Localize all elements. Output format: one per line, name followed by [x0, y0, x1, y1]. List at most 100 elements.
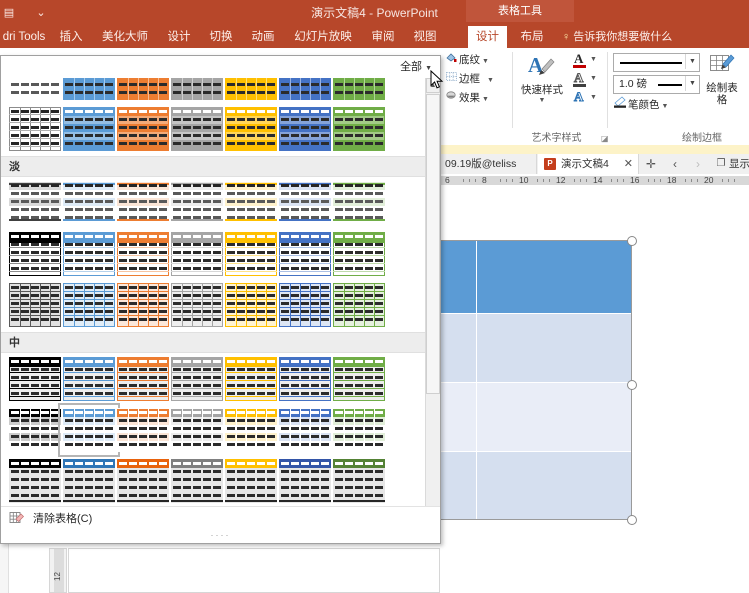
table-style-green-grid[interactable] — [333, 78, 385, 100]
slide-work-pane[interactable] — [68, 548, 440, 593]
table-style-medium-green-2[interactable] — [333, 408, 385, 452]
table-style-light-gold-1[interactable] — [225, 181, 277, 225]
table-style-gold-grid[interactable] — [225, 78, 277, 100]
resize-handle-top-right[interactable] — [627, 236, 637, 246]
table-styles-gallery[interactable]: 全部▼ 文档的最佳匹配对象淡中 ▲ ▼ 清除表格(C) ···· — [0, 55, 441, 544]
windows-restore-icon[interactable]: ❐ — [713, 154, 729, 174]
table-row[interactable] — [441, 452, 631, 519]
table-style-light-black-3[interactable] — [9, 283, 61, 327]
table-style-medium-blue-2[interactable] — [58, 403, 120, 457]
table-style-medium-black-3[interactable] — [9, 459, 61, 503]
table-style-blue-banded[interactable] — [63, 107, 115, 151]
table-cell[interactable] — [477, 383, 631, 451]
table-style-light-orange-2[interactable] — [117, 232, 169, 276]
table-style-light-gray2-1[interactable] — [171, 181, 223, 225]
pen-style-combo[interactable]: ▼ — [613, 53, 700, 72]
gallery-scroll-port[interactable]: 文档的最佳匹配对象淡中 — [1, 78, 425, 522]
table-style-light-blue-1[interactable] — [63, 181, 115, 225]
table-style-medium-orange-1[interactable] — [117, 357, 169, 401]
table-style-medium-darkblue-3[interactable] — [279, 459, 331, 503]
table-style-medium-black-1[interactable] — [9, 357, 61, 401]
shading-button[interactable]: 底纹 ▼ — [444, 52, 489, 69]
table-cell[interactable] — [441, 241, 477, 313]
table-style-medium-green-3[interactable] — [333, 459, 385, 503]
ribbon-tab-table-layout[interactable]: 布局 — [513, 26, 551, 48]
table-style-light-gray-2[interactable] — [171, 232, 223, 276]
table-style-light-green-1[interactable] — [333, 181, 385, 225]
doc-tab-presentation4[interactable]: P 演示文稿4 ✕ — [538, 154, 639, 174]
doc-tab-teliss[interactable]: 09.19版@teliss — [441, 154, 537, 174]
table-style-light-darkblue-2[interactable] — [279, 232, 331, 276]
borders-button[interactable]: 边框 ▼ — [444, 71, 494, 88]
table-row[interactable] — [441, 314, 631, 382]
table-style-medium-darkblue-2[interactable] — [279, 408, 331, 452]
resize-handle-middle-right[interactable] — [627, 380, 637, 390]
table-style-medium-gray-2[interactable] — [171, 408, 223, 452]
next-tab-button[interactable]: › — [687, 154, 709, 174]
table-style-medium-blue-1[interactable] — [63, 357, 115, 401]
table-style-nogrid-dark[interactable] — [9, 78, 61, 100]
table-style-light-black-2[interactable] — [9, 232, 61, 276]
tell-me-search[interactable]: ♀ 告诉我你想要做什么 — [562, 26, 672, 48]
table-cell[interactable] — [477, 314, 631, 382]
table-style-orange-banded[interactable] — [117, 107, 169, 151]
ribbon-tab-transitions[interactable]: 切换 — [204, 26, 238, 48]
table-style-light-orange-1[interactable] — [117, 181, 169, 225]
table-style-gray-banded[interactable] — [171, 107, 223, 151]
table-cell[interactable] — [441, 383, 477, 451]
table-style-medium-gold-2[interactable] — [225, 408, 277, 452]
table-style-blue-grid[interactable] — [63, 78, 115, 100]
table-style-light-gold-3[interactable] — [225, 283, 277, 327]
new-tab-button[interactable]: ✛ — [639, 154, 663, 174]
table-style-light-gray-1[interactable] — [9, 181, 61, 225]
prev-tab-button[interactable]: ‹ — [664, 154, 686, 174]
ribbon-tab-acrobat[interactable]: dri Tools — [0, 26, 48, 48]
show-more-label[interactable]: 显示多 — [729, 154, 749, 174]
scrollbar-thumb[interactable] — [426, 94, 440, 394]
table-style-medium-orange-3[interactable] — [117, 459, 169, 503]
pen-color-button[interactable]: 笔颜色 ▼ — [613, 96, 668, 113]
table-cell[interactable] — [477, 452, 631, 519]
clear-table-button[interactable]: 清除表格(C) — [9, 511, 92, 528]
table-style-orange-grid[interactable] — [117, 78, 169, 100]
gallery-resize-grip[interactable]: ···· — [1, 531, 440, 543]
gallery-filter-button[interactable]: 全部 ▼ — [400, 59, 432, 75]
effects-button[interactable]: 效果 ▼ — [444, 90, 489, 107]
table-style-light-blue-3[interactable] — [63, 283, 115, 327]
draw-table-button[interactable]: 绘制表格 — [702, 52, 742, 106]
table-row[interactable] — [441, 241, 631, 313]
table-style-light-darkblue-1[interactable] — [279, 181, 331, 225]
table-style-medium-green-1[interactable] — [333, 357, 385, 401]
table-style-light-blue-2[interactable] — [63, 232, 115, 276]
table-style-medium-darkblue-1[interactable] — [279, 357, 331, 401]
table-style-medium-blue-3[interactable] — [63, 459, 115, 503]
table-style-nofill-dark[interactable] — [9, 107, 61, 151]
table-row[interactable] — [441, 383, 631, 451]
ribbon-tab-table-design[interactable]: 设计 — [468, 26, 507, 48]
ribbon-tab-insert[interactable]: 插入 — [54, 26, 88, 48]
gallery-scrollbar[interactable]: ▲ ▼ — [425, 78, 440, 522]
table-style-medium-black-2[interactable] — [9, 408, 61, 452]
ribbon-tab-view[interactable]: 视图 — [408, 26, 442, 48]
text-outline-button[interactable]: A ▼ — [572, 71, 598, 90]
table-style-darkblue-banded[interactable] — [279, 107, 331, 151]
table-style-light-orange-3[interactable] — [117, 283, 169, 327]
resize-handle-bottom-right[interactable] — [627, 515, 637, 525]
table-style-medium-gray-3[interactable] — [171, 459, 223, 503]
table-style-green-banded[interactable] — [333, 107, 385, 151]
table-style-medium-gold-1[interactable] — [225, 357, 277, 401]
text-effects-button[interactable]: A ▼ — [572, 90, 598, 109]
ribbon-tab-review[interactable]: 审阅 — [366, 26, 400, 48]
ribbon-tab-design[interactable]: 设计 — [162, 26, 196, 48]
ribbon-tab-slideshow[interactable]: 幻灯片放映 — [288, 26, 358, 48]
table-style-darkblue-grid[interactable] — [279, 78, 331, 100]
table-style-gray-grid[interactable] — [171, 78, 223, 100]
wordart-dialog-launcher[interactable]: ◪ — [601, 134, 609, 143]
table-cell[interactable] — [441, 452, 477, 519]
table-style-light-gray-3[interactable] — [171, 283, 223, 327]
ribbon-tab-beautify[interactable]: 美化大师 — [96, 26, 154, 48]
ribbon-tab-animations[interactable]: 动画 — [246, 26, 280, 48]
pen-weight-combo[interactable]: 1.0 磅 ▼ — [613, 75, 700, 94]
table-style-light-gold-2[interactable] — [225, 232, 277, 276]
table-style-gold-banded[interactable] — [225, 107, 277, 151]
